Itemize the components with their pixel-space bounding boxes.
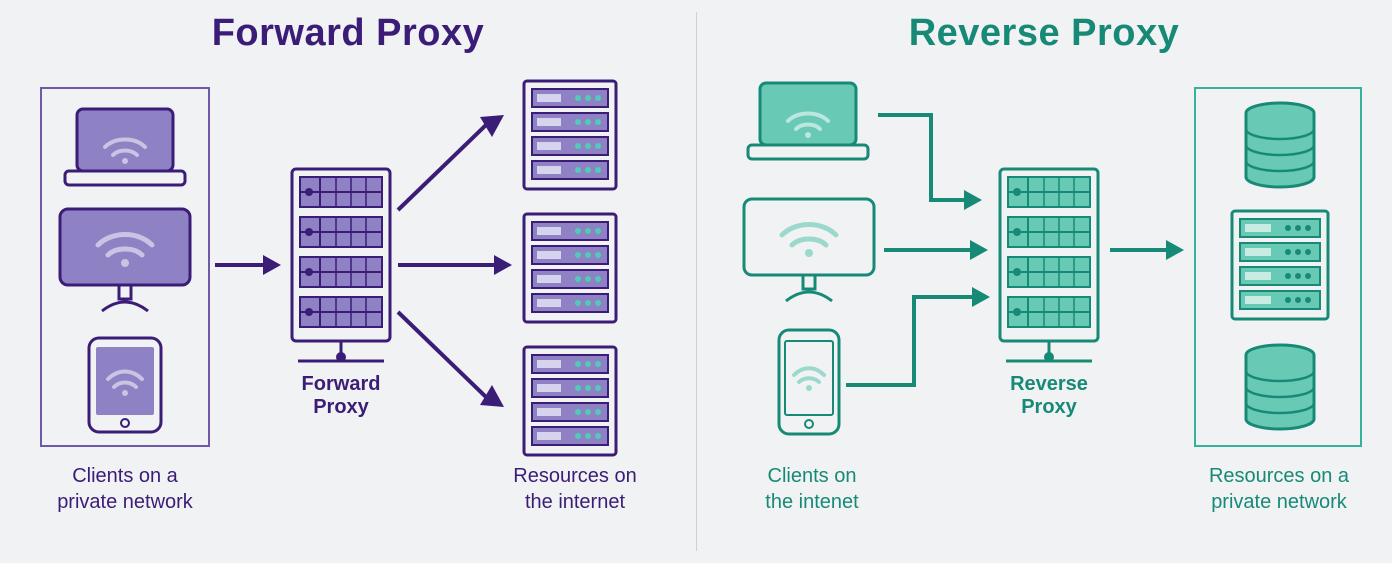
phone-icon: [776, 327, 842, 437]
tablet-icon: [86, 335, 164, 435]
forward-resources-caption: Resources on the internet: [486, 463, 664, 515]
proxy-server-icon: [994, 165, 1104, 365]
reverse-clients-caption: Clients on the intenet: [732, 463, 892, 515]
arrow-elbow-down-right-icon: [876, 110, 986, 220]
forward-proxy-label: Forward Proxy: [293, 373, 389, 419]
reverse-proxy-panel: Reverse Proxy: [696, 0, 1392, 563]
arrow-right-icon: [882, 235, 992, 265]
reverse-title: Reverse Proxy: [696, 12, 1392, 55]
arrow-right-icon: [213, 250, 283, 280]
reverse-proxy-label: Reverse Proxy: [1001, 373, 1097, 419]
arrow-right-up-icon: [396, 115, 516, 215]
server-rack-icon: [1228, 207, 1332, 323]
forward-title: Forward Proxy: [0, 12, 696, 55]
arrow-elbow-up-right-icon: [844, 285, 994, 395]
proxy-server-icon: [286, 165, 396, 365]
database-icon: [1240, 101, 1320, 189]
reverse-stage: Reverse Proxy: [704, 55, 1384, 545]
forward-clients-caption: Clients on a private network: [38, 463, 212, 515]
laptop-icon: [63, 107, 187, 189]
database-icon: [1240, 343, 1320, 431]
arrow-right-icon: [1108, 235, 1188, 265]
laptop-icon: [746, 81, 870, 163]
arrow-right-down-icon: [396, 307, 516, 407]
desktop-icon: [56, 205, 194, 315]
server-rack-icon: [520, 77, 620, 193]
forward-stage: Forward Proxy: [8, 55, 688, 545]
server-rack-icon: [520, 343, 620, 459]
reverse-resources-caption: Resources on a private network: [1184, 463, 1374, 515]
forward-proxy-panel: Forward Proxy: [0, 0, 696, 563]
arrow-right-icon: [396, 250, 516, 280]
server-rack-icon: [520, 210, 620, 326]
